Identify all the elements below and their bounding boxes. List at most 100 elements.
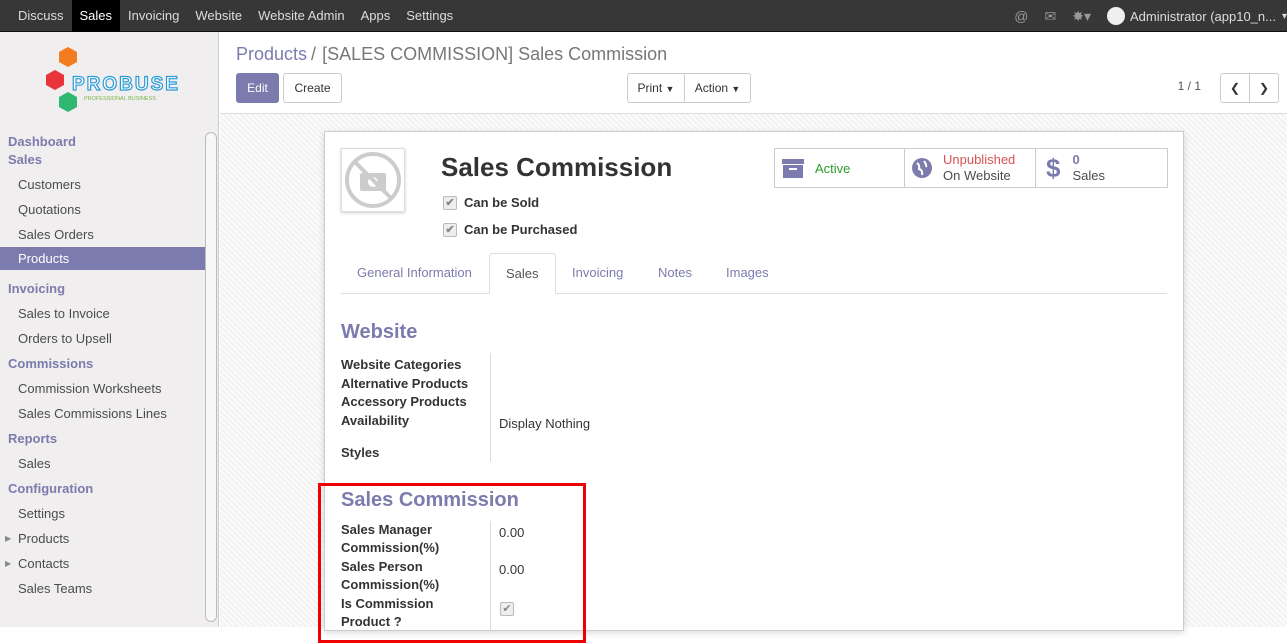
sidebar-item-commission-worksheets[interactable]: Commission Worksheets xyxy=(0,376,205,401)
menu-website[interactable]: Website xyxy=(187,0,250,32)
top-navbar: Discuss Sales Invoicing Website Website … xyxy=(0,0,1287,32)
sidebar-item-contacts[interactable]: Contacts xyxy=(0,551,205,576)
sidebar-header-configuration: Configuration xyxy=(8,481,94,496)
sales-person-commission-label: Sales Person Commission(%) xyxy=(341,559,440,592)
sidebar-item-sales-to-invoice[interactable]: Sales to Invoice xyxy=(0,301,205,326)
can-be-sold-field[interactable]: ✔ Can be Sold xyxy=(443,195,539,210)
sidebar-item-products[interactable]: Products xyxy=(0,247,205,270)
probuse-logo-icon: PROBUSE PROFESSIONAL BUSINESS xyxy=(46,47,180,112)
sidebar-dashboard[interactable]: Dashboard xyxy=(0,133,218,151)
active-toggle-button[interactable]: Active xyxy=(774,148,905,188)
is-commission-product-checkbox[interactable]: ✔ xyxy=(500,602,514,616)
create-button[interactable]: Create xyxy=(283,73,342,103)
user-menu[interactable]: Administrator (app10_n... ▾ xyxy=(1107,7,1287,25)
breadcrumb-separator: / xyxy=(311,44,317,64)
active-label: Active xyxy=(815,160,851,176)
caret-right-icon: ▶ xyxy=(5,534,12,543)
sales-count-button[interactable]: $ 0 Sales xyxy=(1036,148,1168,188)
sales-manager-commission-value[interactable]: 0.00 xyxy=(499,525,524,540)
sidebar-item-reports-sales[interactable]: Sales xyxy=(0,451,205,476)
breadcrumb-current: [SALES COMMISSION] Sales Commission xyxy=(322,44,668,64)
chevron-right-icon: ❯ xyxy=(1258,81,1270,95)
logo-name: PROBUSE xyxy=(72,74,180,95)
menu-invoicing[interactable]: Invoicing xyxy=(120,0,187,32)
availability-value[interactable]: Display Nothing xyxy=(499,416,590,431)
menu-discuss[interactable]: Discuss xyxy=(10,0,72,32)
sidebar-item-sales-teams[interactable]: Sales Teams xyxy=(0,576,205,601)
chat-icon[interactable]: ✉ xyxy=(1045,8,1057,25)
sidebar-header-reports: Reports xyxy=(8,431,58,446)
form-view: Sales Commission ✔ Can be Sold ✔ Can be … xyxy=(220,114,1287,643)
divider xyxy=(490,353,491,462)
globe-icon xyxy=(912,158,932,178)
styles-label: Styles xyxy=(341,445,380,460)
notebook-tabs: General Information Sales Invoicing Note… xyxy=(341,253,1167,294)
dollar-icon: $ xyxy=(1046,152,1061,183)
sidebar-header-commissions: Commissions xyxy=(8,356,94,371)
tab-sales[interactable]: Sales xyxy=(489,253,556,294)
logo-tagline: PROFESSIONAL BUSINESS xyxy=(84,96,156,102)
sidebar-item-config-products[interactable]: Products xyxy=(0,526,205,551)
pager-next-button[interactable]: ❯ xyxy=(1249,73,1279,103)
breadcrumb-products-link[interactable]: Products xyxy=(236,44,307,64)
sidebar-item-customers[interactable]: Customers xyxy=(0,172,205,197)
product-image[interactable] xyxy=(341,148,405,212)
sales-label: Sales xyxy=(1072,168,1105,183)
chevron-left-icon: ❮ xyxy=(1229,81,1241,95)
sidebar-item-settings[interactable]: Settings xyxy=(0,501,205,526)
tab-invoicing[interactable]: Invoicing xyxy=(556,253,639,294)
sidebar-item-sales-commissions-lines[interactable]: Sales Commissions Lines xyxy=(0,401,205,426)
form-sheet: Sales Commission ✔ Can be Sold ✔ Can be … xyxy=(318,131,1184,643)
sidebar-header-sales: Sales xyxy=(8,152,42,167)
sidebar-header-invoicing: Invoicing xyxy=(8,281,66,296)
edit-button[interactable]: Edit xyxy=(236,73,279,103)
menu-apps[interactable]: Apps xyxy=(353,0,399,32)
sales-count: 0 xyxy=(1072,152,1080,167)
sidebar-item-orders-to-upsell[interactable]: Orders to Upsell xyxy=(0,326,205,351)
pager-value[interactable]: 1 / 1 xyxy=(1178,79,1201,93)
tab-general-information[interactable]: General Information xyxy=(341,253,488,294)
company-logo[interactable]: PROBUSE PROFESSIONAL BUSINESS xyxy=(0,32,218,127)
sales-person-commission-value[interactable]: 0.00 xyxy=(499,562,524,577)
can-be-purchased-label: Can be Purchased xyxy=(464,222,578,237)
print-dropdown[interactable]: Print ▼ xyxy=(627,73,685,103)
sidebar-scrollbar[interactable] xyxy=(205,132,217,622)
caret-down-icon: ▼ xyxy=(665,84,675,94)
control-panel: Products / [SALES COMMISSION] Sales Commis… xyxy=(220,32,1287,114)
accessory-products-label: Accessory Products xyxy=(341,394,467,409)
tab-images[interactable]: Images xyxy=(710,253,785,294)
sales-commission-group-title: Sales Commission xyxy=(341,489,519,511)
tab-notes[interactable]: Notes xyxy=(642,253,708,294)
user-name: Administrator (app10_n... xyxy=(1130,8,1276,24)
website-publish-button[interactable]: Unpublished On Website xyxy=(905,148,1036,188)
menu-website-admin[interactable]: Website Admin xyxy=(250,0,352,32)
avatar xyxy=(1107,7,1125,25)
breadcrumb: Products / [SALES COMMISSION] Sales Commis… xyxy=(236,44,667,65)
sidebar-item-quotations[interactable]: Quotations xyxy=(0,197,205,222)
sidebar-item-sales-orders[interactable]: Sales Orders xyxy=(0,222,205,247)
action-dropdown[interactable]: Action ▼ xyxy=(684,73,751,103)
bug-icon[interactable]: ✸▾ xyxy=(1072,8,1091,25)
chevron-down-icon: ▾ xyxy=(1281,10,1287,22)
archive-icon xyxy=(782,159,804,178)
app-menu: Discuss Sales Invoicing Website Website … xyxy=(10,0,461,32)
caret-down-icon: ▼ xyxy=(731,84,741,94)
divider xyxy=(490,521,491,632)
no-camera-icon xyxy=(345,152,401,208)
unpublished-label: Unpublished xyxy=(943,152,1016,167)
at-icon[interactable]: @ xyxy=(1014,8,1028,24)
sidebar: PROBUSE PROFESSIONAL BUSINESS Dashboard … xyxy=(0,32,219,627)
product-name[interactable]: Sales Commission xyxy=(441,152,672,183)
alternative-products-label: Alternative Products xyxy=(341,376,469,391)
print-label: Print xyxy=(637,81,663,95)
action-label: Action xyxy=(694,81,729,95)
menu-sales[interactable]: Sales xyxy=(71,0,121,32)
checkbox-checked-icon[interactable]: ✔ xyxy=(443,222,457,237)
website-categories-label: Website Categories xyxy=(341,357,462,372)
checkbox-checked-icon[interactable]: ✔ xyxy=(443,195,457,210)
can-be-purchased-field[interactable]: ✔ Can be Purchased xyxy=(443,222,577,237)
menu-settings[interactable]: Settings xyxy=(398,0,461,32)
sales-manager-commission-label: Sales Manager Commission(%) xyxy=(341,522,440,555)
pager-previous-button[interactable]: ❮ xyxy=(1220,73,1250,103)
is-commission-product-label: Is Commission Product ? xyxy=(341,596,434,629)
